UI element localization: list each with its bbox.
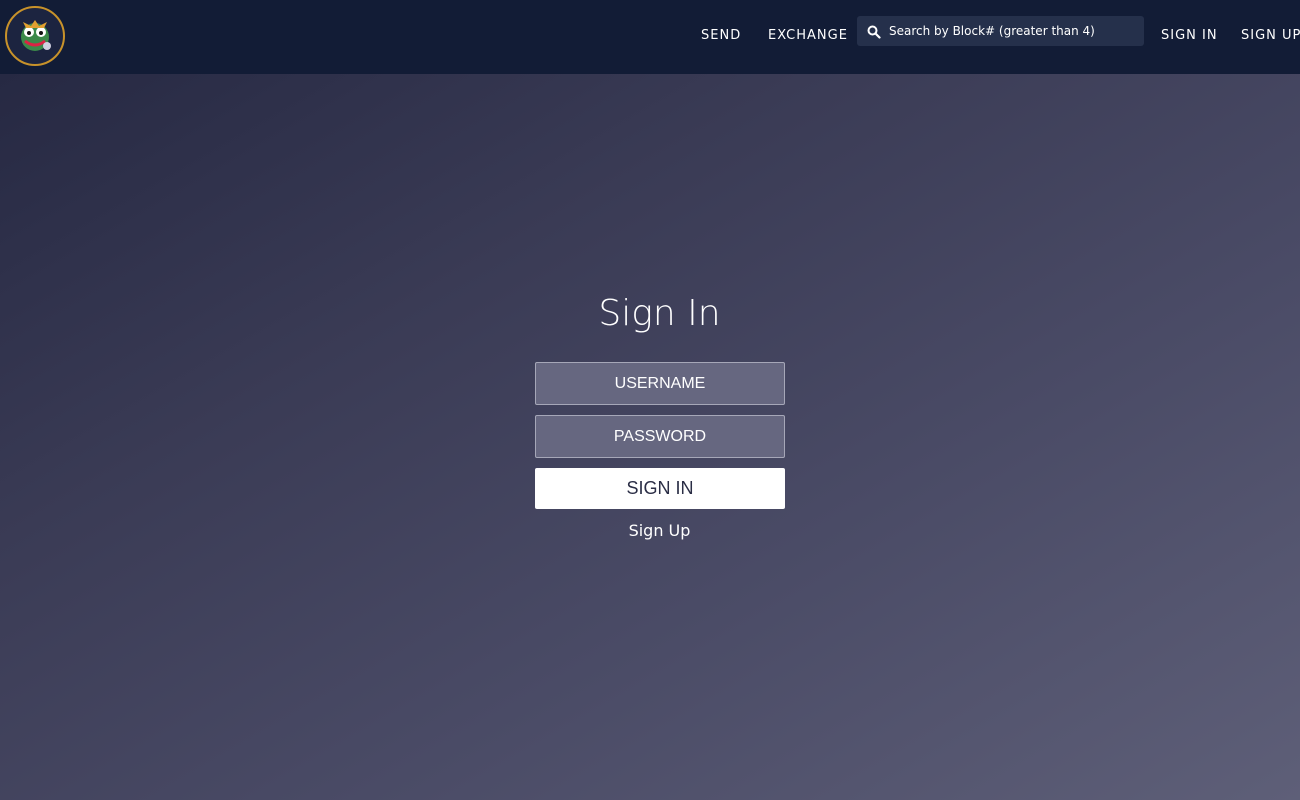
- search-input[interactable]: [889, 16, 1139, 46]
- nav-link-sign-in[interactable]: SIGN IN: [1161, 28, 1218, 43]
- nav-link-exchange[interactable]: EXCHANGE: [768, 28, 848, 43]
- nav-link-send[interactable]: SEND: [701, 28, 741, 43]
- search-icon: [867, 25, 881, 39]
- password-field[interactable]: [535, 415, 785, 458]
- search-box: [857, 16, 1144, 46]
- nav-link-sign-up[interactable]: SIGN UP: [1241, 28, 1300, 43]
- sign-up-link[interactable]: Sign Up: [0, 521, 1300, 540]
- top-navbar: SEND EXCHANGE SIGN IN SIGN UP: [0, 0, 1300, 74]
- username-field[interactable]: [535, 362, 785, 405]
- sign-in-button[interactable]: SIGN IN: [535, 468, 785, 509]
- page-title: Sign In: [598, 293, 721, 334]
- mascot-logo-icon[interactable]: [5, 6, 65, 66]
